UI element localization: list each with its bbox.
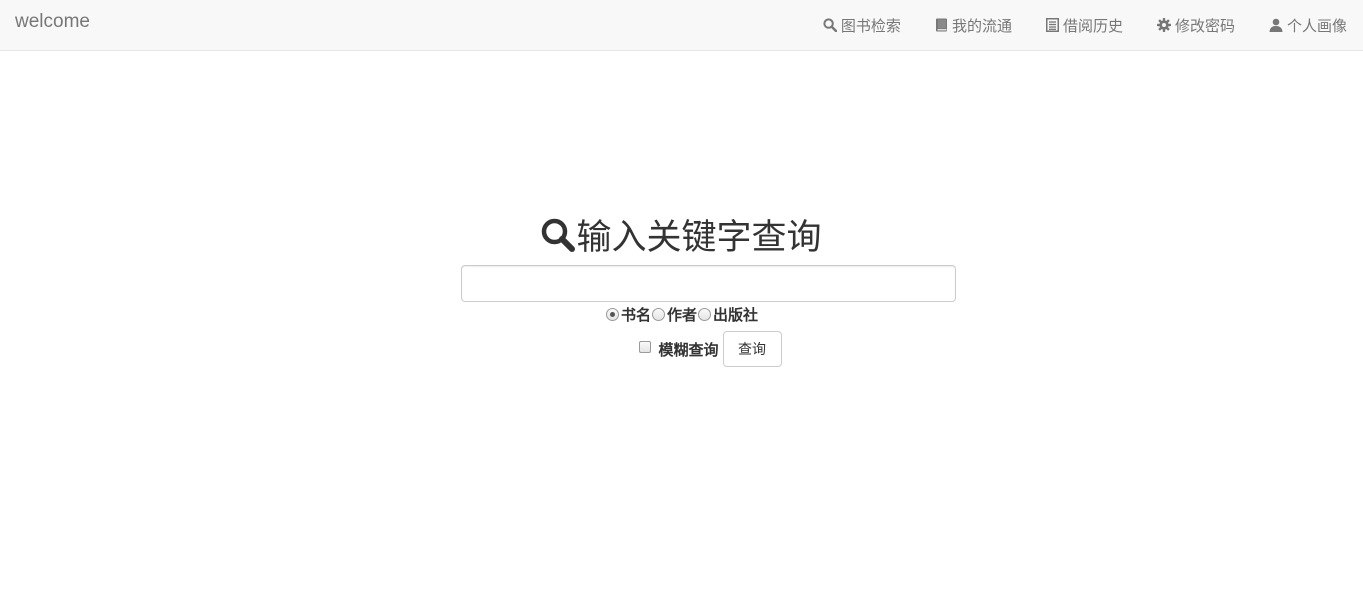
gear-icon [1156, 18, 1171, 32]
search-submit-button[interactable]: 查询 [722, 331, 782, 367]
radio-button-author[interactable] [651, 308, 665, 321]
radio-label: 作者 [666, 306, 697, 324]
search-icon [823, 18, 837, 32]
search-heading: 输入关键字查询 [0, 209, 1363, 260]
nav-label: 借阅历史 [1062, 16, 1123, 35]
radio-option-publisher[interactable]: 出版社 [697, 304, 758, 325]
radio-option-author[interactable]: 作者 [651, 304, 697, 325]
radio-button-publisher[interactable] [698, 308, 711, 321]
user-icon [1269, 18, 1283, 32]
book-icon [935, 18, 947, 32]
nav-menu: 图书检索 我的流通 借阅历史 修改密码 个人画像 [805, 0, 1363, 50]
nav-label: 修改密码 [1174, 16, 1235, 35]
radio-label: 书名 [620, 306, 651, 324]
brand-link[interactable]: welcome [15, 11, 90, 33]
radio-button-title[interactable] [605, 308, 619, 321]
nav-label: 个人画像 [1286, 16, 1347, 35]
nav-item-my-circulation[interactable]: 我的流通 [917, 0, 1028, 50]
radio-label: 出版社 [713, 306, 759, 324]
list-icon [1045, 18, 1059, 32]
search-type-radio-group: 书名 作者 出版社 [0, 304, 1363, 325]
nav-item-personal-profile[interactable]: 个人画像 [1251, 0, 1363, 50]
navbar: welcome 图书检索 我的流通 借阅历史 修改密码 个人画像 [0, 0, 1363, 51]
fuzzy-search-label: 模糊查询 [658, 340, 719, 359]
search-options-row: 模糊查询 查询 [0, 331, 1363, 367]
nav-label: 图书检索 [840, 16, 901, 35]
fuzzy-search-option[interactable]: 模糊查询 [639, 339, 719, 360]
nav-item-book-search[interactable]: 图书检索 [805, 0, 917, 50]
nav-item-change-password[interactable]: 修改密码 [1139, 0, 1251, 50]
search-icon [542, 218, 576, 252]
radio-option-title[interactable]: 书名 [605, 304, 651, 325]
nav-item-borrow-history[interactable]: 借阅历史 [1028, 0, 1139, 50]
search-heading-text: 输入关键字查询 [576, 218, 822, 258]
fuzzy-search-checkbox[interactable] [639, 341, 652, 353]
nav-label: 我的流通 [951, 16, 1012, 35]
search-input[interactable] [461, 265, 956, 302]
